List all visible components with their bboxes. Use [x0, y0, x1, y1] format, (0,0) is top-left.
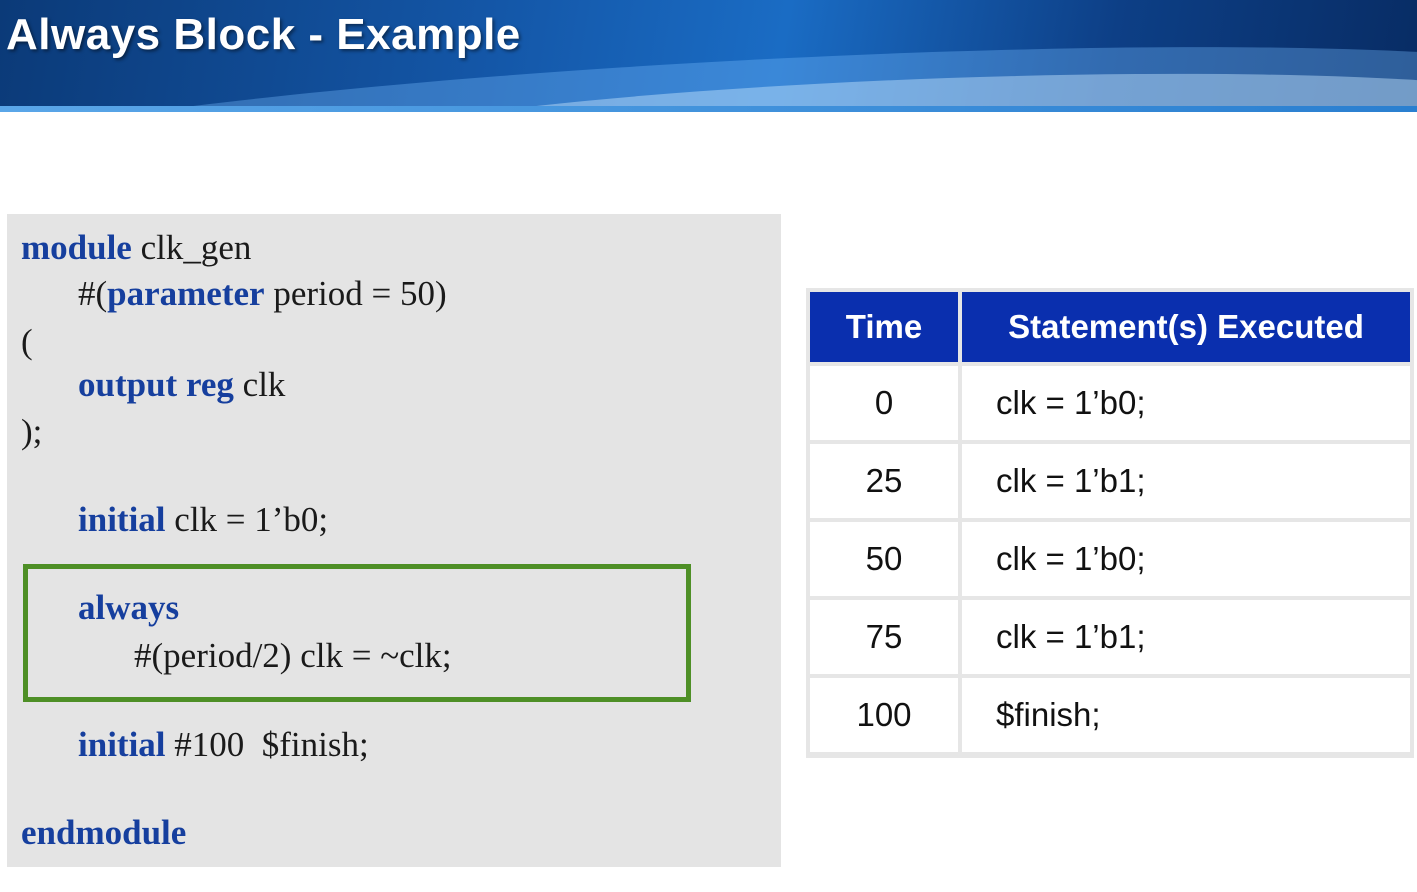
code-line-always: always — [78, 588, 179, 628]
code-line-toggle: #(period/2) clk = ~clk; — [134, 636, 452, 675]
execution-table-wrapper: Time Statement(s) Executed 0 clk = 1’b0;… — [806, 288, 1414, 758]
header-statements: Statement(s) Executed — [962, 292, 1410, 362]
finish-stmt: #100 $finish; — [165, 725, 369, 764]
code-line-initial-clk: initial clk = 1’b0; — [78, 500, 328, 540]
keyword-initial-2: initial — [78, 725, 166, 764]
code-line-output: output reg clk — [78, 365, 285, 405]
statement-cell: clk = 1’b1; — [962, 444, 1410, 518]
keyword-module: module — [21, 228, 132, 267]
code-line-port-close: ); — [21, 412, 43, 451]
table-row: 0 clk = 1’b0; — [810, 366, 1410, 440]
param-decl: period = 50) — [264, 274, 447, 313]
slide: Always Block - Example module clk_gen #(… — [0, 0, 1417, 892]
table-row: 50 clk = 1’b0; — [810, 522, 1410, 596]
keyword-parameter: parameter — [107, 274, 265, 313]
keyword-endmodule: endmodule — [21, 813, 187, 852]
code-line-endmodule: endmodule — [21, 813, 186, 853]
port-name: clk — [233, 365, 286, 404]
header-underline — [0, 106, 1417, 112]
time-cell: 50 — [810, 522, 958, 596]
initial-stmt: clk = 1’b0; — [165, 500, 329, 539]
statement-cell: clk = 1’b1; — [962, 600, 1410, 674]
module-name: clk_gen — [131, 228, 252, 267]
code-line-module: module clk_gen — [21, 228, 251, 268]
keyword-initial: initial — [78, 500, 166, 539]
statement-cell: clk = 1’b0; — [962, 522, 1410, 596]
statement-cell: clk = 1’b0; — [962, 366, 1410, 440]
always-block-highlight — [23, 564, 691, 702]
header-time: Time — [810, 292, 958, 362]
execution-table: Time Statement(s) Executed 0 clk = 1’b0;… — [806, 288, 1414, 756]
title-bar: Always Block - Example — [0, 0, 1417, 112]
time-cell: 75 — [810, 600, 958, 674]
time-cell: 0 — [810, 366, 958, 440]
keyword-always: always — [78, 588, 180, 627]
table-header-row: Time Statement(s) Executed — [810, 292, 1410, 362]
time-cell: 25 — [810, 444, 958, 518]
table-row: 75 clk = 1’b1; — [810, 600, 1410, 674]
code-line-parameter: #(parameter period = 50) — [78, 274, 447, 314]
table-row: 100 $finish; — [810, 678, 1410, 752]
time-cell: 100 — [810, 678, 958, 752]
code-line-initial-finish: initial #100 $finish; — [78, 725, 369, 765]
statement-cell: $finish; — [962, 678, 1410, 752]
table-row: 25 clk = 1’b1; — [810, 444, 1410, 518]
param-open: #( — [78, 274, 108, 313]
slide-title: Always Block - Example — [6, 10, 521, 59]
code-line-port-open: ( — [21, 322, 33, 361]
keyword-output-reg: output reg — [78, 365, 234, 404]
